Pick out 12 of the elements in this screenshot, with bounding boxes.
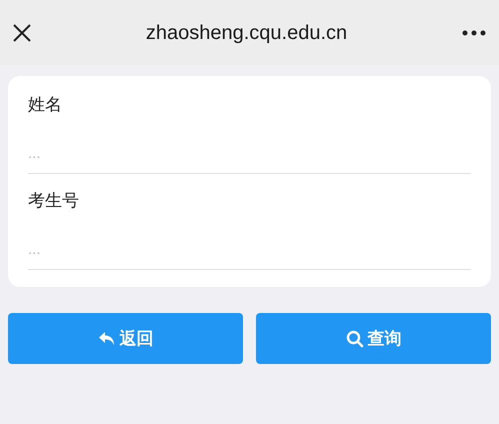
field-label: 姓名: [28, 94, 63, 116]
page-title: zhaosheng.cqu.edu.cn: [146, 20, 348, 46]
input-field[interactable]: ...: [28, 230, 471, 270]
input-field[interactable]: ...: [28, 134, 471, 174]
field-label: 考生号: [28, 190, 80, 212]
search-icon: [346, 330, 364, 348]
close-icon: [13, 24, 31, 42]
more-icon: [462, 30, 486, 36]
close-button[interactable]: [12, 22, 32, 42]
back-button[interactable]: 返回: [8, 313, 243, 364]
reply-arrow-icon: [98, 330, 116, 346]
search-button[interactable]: 查询: [256, 313, 491, 364]
